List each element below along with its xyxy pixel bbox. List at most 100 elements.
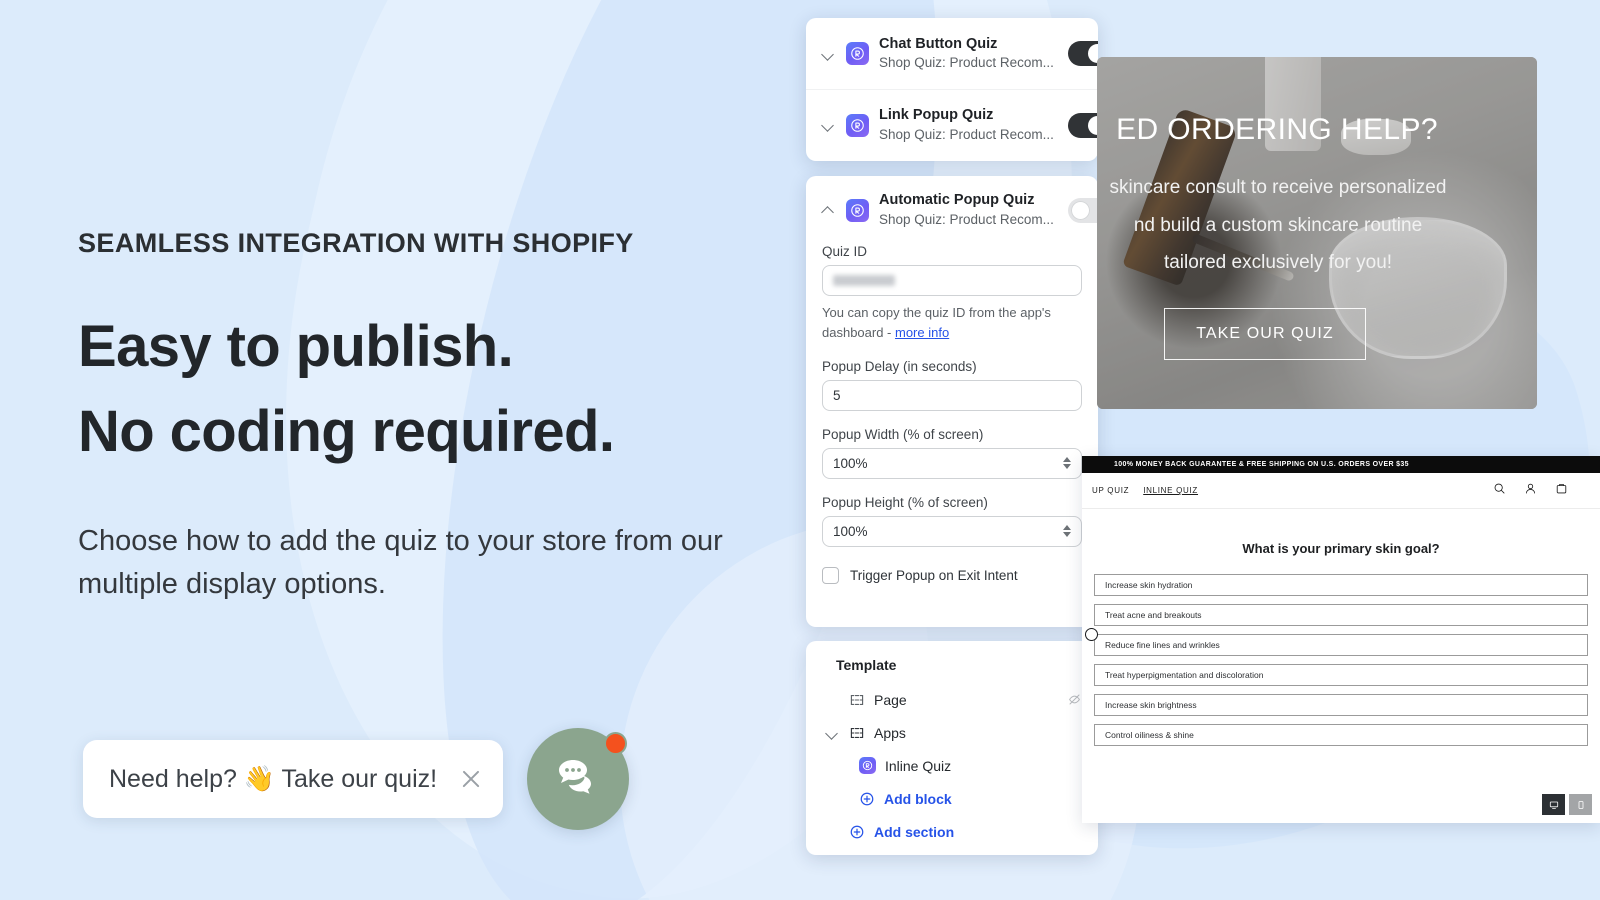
app-block-row-link-popup-quiz[interactable]: Link Popup Quiz Shop Quiz: Product Recom… <box>806 89 1098 160</box>
stepper-arrows-icon[interactable] <box>1063 525 1071 537</box>
app-block-toggle[interactable] <box>1068 112 1098 138</box>
app-block-title: Link Popup Quiz <box>879 107 994 124</box>
settings-header-text: Automatic Popup Quiz Shop Quiz: Product … <box>879 191 1058 229</box>
quiz-option[interactable]: Increase skin brightness <box>1094 694 1588 716</box>
toggle-knob <box>1071 200 1090 220</box>
account-icon[interactable] <box>1524 482 1537 500</box>
app-block-subtitle: Shop Quiz: Product Recom... <box>879 126 1054 142</box>
exit-intent-checkbox-row[interactable]: Trigger Popup on Exit Intent <box>822 566 1082 584</box>
quiz-options-list: Increase skin hydration Treat acne and b… <box>1094 574 1588 746</box>
settings-enable-toggle[interactable] <box>1068 197 1098 223</box>
template-row-label: Apps <box>874 724 906 741</box>
chevron-down-icon[interactable] <box>820 46 836 62</box>
template-row-inline-quiz[interactable]: Inline Quiz <box>824 749 1082 782</box>
settings-body: Quiz ID You can copy the quiz ID from th… <box>806 244 1098 602</box>
hero-preview: ED ORDERING HELP? skincare consult to re… <box>1097 57 1537 409</box>
popup-width-value: 100% <box>833 455 868 471</box>
app-block-row-chat-button-quiz[interactable]: Chat Button Quiz Shop Quiz: Product Reco… <box>806 18 1098 89</box>
settings-title: Automatic Popup Quiz <box>879 192 1035 209</box>
hero-title: ED ORDERING HELP? <box>1116 113 1438 146</box>
settings-subtitle: Shop Quiz: Product Recom... <box>879 211 1054 227</box>
hero-copy: ED ORDERING HELP? skincare consult to re… <box>1097 57 1537 409</box>
headline-line-1: Easy to publish. <box>78 314 514 379</box>
template-row-add-section[interactable]: Add section <box>824 815 1082 848</box>
shop-quiz-app-icon <box>846 113 869 137</box>
cart-icon[interactable] <box>1555 482 1568 500</box>
quiz-question: What is your primary skin goal? <box>1242 541 1440 556</box>
grid-section-icon <box>849 725 865 741</box>
template-row-apps[interactable]: Apps <box>824 716 1082 749</box>
app-blocks-panel: Chat Button Quiz Shop Quiz: Product Reco… <box>806 18 1098 161</box>
quiz-id-input[interactable] <box>822 265 1082 296</box>
close-icon[interactable] <box>459 767 483 791</box>
template-row-label: Inline Quiz <box>885 757 952 774</box>
add-block-label: Add block <box>884 790 952 807</box>
chevron-down-icon[interactable] <box>824 725 840 741</box>
popup-height-label: Popup Height (% of screen) <box>822 494 988 510</box>
more-info-link[interactable]: more info <box>895 325 949 340</box>
template-heading: Template <box>836 657 897 673</box>
popup-delay-label: Popup Delay (in seconds) <box>822 358 977 374</box>
template-row-add-block[interactable]: Add block <box>824 782 1082 815</box>
page-title: Easy to publish. No coding required. <box>78 305 615 474</box>
store-nav-link-inline-quiz[interactable]: INLINE QUIZ <box>1143 486 1198 495</box>
chevron-down-icon[interactable] <box>820 117 836 133</box>
quiz-option[interactable]: Control oiliness & shine <box>1094 724 1588 746</box>
quiz-option-radio-cursor <box>1085 628 1098 641</box>
take-our-quiz-button[interactable]: TAKE OUR QUIZ <box>1164 308 1366 360</box>
popup-width-label: Popup Width (% of screen) <box>822 426 984 442</box>
grid-section-icon <box>849 692 865 708</box>
chat-prompt-text: Need help? 👋 Take our quiz! <box>109 764 438 793</box>
quiz-option[interactable]: Increase skin hydration <box>1094 574 1588 596</box>
plus-circle-icon <box>859 791 875 807</box>
hero-description-line-1: skincare consult to receive personalized <box>1109 177 1447 198</box>
chat-launcher-button[interactable] <box>527 728 629 830</box>
quiz-option[interactable]: Reduce fine lines and wrinkles <box>1094 634 1588 656</box>
quiz-id-label: Quiz ID <box>822 244 868 259</box>
automatic-popup-settings-panel: Automatic Popup Quiz Shop Quiz: Product … <box>806 176 1098 627</box>
quiz-id-help-text: You can copy the quiz ID from the app's … <box>822 303 1082 343</box>
chat-bubbles-icon <box>555 756 601 803</box>
shop-quiz-app-icon <box>859 757 876 774</box>
popup-height-value: 100% <box>833 523 868 539</box>
settings-header-row[interactable]: Automatic Popup Quiz Shop Quiz: Product … <box>806 176 1098 244</box>
hero-description-line-3: tailored exclusively for you! <box>1163 252 1393 274</box>
stepper-arrows-icon[interactable] <box>1063 457 1071 469</box>
template-tree-panel: Template Page Apps Inline Quiz Add block… <box>806 641 1098 855</box>
exit-intent-label: Trigger Popup on Exit Intent <box>850 567 1018 583</box>
store-preview: 100% MONEY BACK GUARANTEE & FREE SHIPPIN… <box>1082 456 1600 823</box>
app-block-text: Link Popup Quiz Shop Quiz: Product Recom… <box>879 106 1058 144</box>
hero-description-line-2: nd build a custom skincare routine <box>1133 214 1423 236</box>
template-tree-body: Template Page Apps Inline Quiz Add block… <box>806 641 1098 848</box>
eyebrow-text: SEAMLESS INTEGRATION WITH SHOPIFY <box>78 228 634 258</box>
eye-off-icon[interactable] <box>1067 692 1082 707</box>
popup-delay-value: 5 <box>833 387 841 403</box>
search-icon[interactable] <box>1493 482 1506 500</box>
template-row-page[interactable]: Page <box>824 683 1082 716</box>
template-row-label: Page <box>874 691 907 708</box>
store-nav-icons <box>1493 482 1568 500</box>
store-nav-bar: UP QUIZ INLINE QUIZ <box>1082 473 1600 509</box>
quiz-option[interactable]: Treat hyperpigmentation and discoloratio… <box>1094 664 1588 686</box>
view-toggle-group <box>1542 794 1592 815</box>
unread-badge <box>604 732 627 755</box>
quiz-id-redacted-value <box>833 275 895 286</box>
quiz-option[interactable]: Treat acne and breakouts <box>1094 604 1588 626</box>
headline-line-2: No coding required. <box>78 398 615 464</box>
app-block-toggle[interactable] <box>1068 41 1098 66</box>
chat-prompt-bubble[interactable]: Need help? 👋 Take our quiz! <box>83 740 503 818</box>
app-block-text: Chat Button Quiz Shop Quiz: Product Reco… <box>879 35 1058 73</box>
add-section-label: Add section <box>874 823 955 840</box>
shop-quiz-app-icon <box>846 198 869 222</box>
popup-delay-input[interactable]: 5 <box>822 379 1082 411</box>
chevron-up-icon[interactable] <box>820 202 836 218</box>
app-block-title: Chat Button Quiz <box>879 35 998 52</box>
desktop-view-icon[interactable] <box>1542 794 1565 815</box>
subcopy-text: Choose how to add the quiz to your store… <box>78 525 723 600</box>
app-block-subtitle: Shop Quiz: Product Recom... <box>879 55 1054 71</box>
popup-height-stepper[interactable]: 100% <box>822 515 1082 547</box>
exit-intent-checkbox[interactable] <box>822 566 839 584</box>
store-nav-link-popup-quiz[interactable]: UP QUIZ <box>1092 486 1129 495</box>
mobile-view-icon[interactable] <box>1569 794 1592 815</box>
popup-width-stepper[interactable]: 100% <box>822 447 1082 479</box>
